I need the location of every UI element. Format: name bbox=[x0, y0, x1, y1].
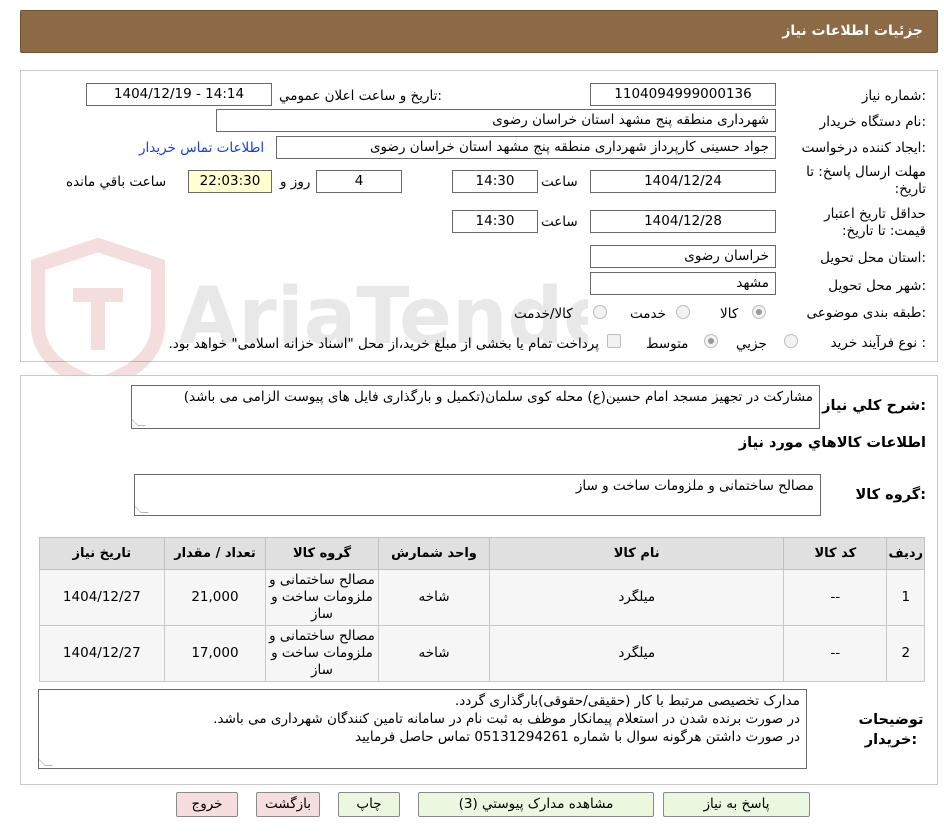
summary-label: شرح کلي نياز: bbox=[822, 398, 926, 414]
cell-unit: شاخه bbox=[377, 625, 491, 682]
process-minor-radio[interactable] bbox=[784, 334, 798, 348]
resize-grip-icon[interactable] bbox=[39, 758, 53, 766]
price-validity-date-field[interactable]: 1404/12/28 bbox=[590, 210, 776, 233]
cell-group: مصالح ساختمانی و ملزومات ساخت و ساز bbox=[265, 625, 379, 682]
remaining-time-field: 22:03:30 bbox=[188, 170, 272, 193]
col-row: رديف bbox=[886, 537, 925, 570]
cell-name: میلگرد bbox=[489, 625, 785, 682]
need-number-field[interactable]: 1104094999000136 bbox=[590, 83, 776, 106]
buyer-note-line: در صورت برنده شدن در استعلام پیمانکار مو… bbox=[213, 711, 800, 727]
page-header: جزئیات اطلاعات نیاز bbox=[20, 10, 938, 53]
buyer-notes-textarea[interactable]: مدارک تخصیصی مرتبط با کار (حقیقی/حقوقی)ب… bbox=[38, 689, 807, 769]
resize-grip-icon[interactable] bbox=[132, 418, 146, 426]
col-qty: تعداد / مقدار bbox=[163, 537, 267, 570]
back-button[interactable]: بازگشت bbox=[256, 792, 320, 817]
cell-row: 1 bbox=[886, 569, 925, 626]
cell-date: 1404/12/27 bbox=[39, 625, 165, 682]
items-table: رديف کد کالا نام کالا واحد شمارش گروه کا… bbox=[39, 537, 925, 682]
goods-group-label: گروه کالا: bbox=[855, 487, 926, 503]
reply-button[interactable]: پاسخ به نياز bbox=[663, 792, 810, 817]
buyer-note-line: در صورت داشتن هرگونه سوال با شماره 05131… bbox=[355, 729, 800, 745]
category-label: طبقه بندی موضوعی: bbox=[806, 305, 926, 321]
province-field[interactable]: خراسان رضوی bbox=[590, 245, 776, 268]
process-type-label: نوع فرآيند خريد : bbox=[830, 335, 926, 351]
buyer-notes-label: توضيحات خريدار: bbox=[858, 712, 924, 748]
remaining-days-label: روز و bbox=[280, 174, 311, 190]
category-goods-radio[interactable] bbox=[752, 305, 766, 319]
category-service-label: خدمت bbox=[630, 306, 666, 322]
cell-group: مصالح ساختمانی و ملزومات ساخت و ساز bbox=[265, 569, 379, 626]
need-number-label: شماره نیاز: bbox=[861, 88, 926, 104]
col-group: گروه کالا bbox=[265, 537, 379, 570]
process-medium-radio[interactable] bbox=[704, 334, 718, 348]
reply-deadline-time-field[interactable]: 14:30 bbox=[452, 170, 538, 193]
remaining-time-label: ساعت باقي مانده bbox=[66, 174, 167, 190]
print-button[interactable]: چاپ bbox=[338, 792, 400, 817]
category-goods-service-label: کالا/خدمت bbox=[514, 306, 573, 322]
goods-group-text: مصالح ساختمانی و ملزومات ساخت و ساز bbox=[575, 478, 814, 494]
table-row[interactable]: 2 -- میلگرد شاخه مصالح ساختمانی و ملزوما… bbox=[39, 625, 925, 682]
goods-group-textarea[interactable]: مصالح ساختمانی و ملزومات ساخت و ساز bbox=[134, 474, 821, 516]
cell-qty: 17,000 bbox=[163, 625, 267, 682]
buyer-contact-link[interactable]: اطلاعات تماس خريدار bbox=[139, 140, 264, 156]
city-field[interactable]: مشهد bbox=[590, 272, 776, 295]
price-validity-time-label: ساعت bbox=[541, 214, 578, 230]
cell-name: میلگرد bbox=[489, 569, 785, 626]
cell-row: 2 bbox=[886, 625, 925, 682]
page-title: جزئیات اطلاعات نیاز bbox=[782, 23, 923, 39]
col-name: نام کالا bbox=[489, 537, 785, 570]
province-label: استان محل تحويل: bbox=[820, 250, 926, 266]
announce-datetime-field[interactable]: 1404/12/19 - 14:14 bbox=[86, 83, 272, 106]
exit-button[interactable]: خروج bbox=[176, 792, 238, 817]
city-label: شهر محل تحويل: bbox=[828, 278, 926, 294]
cell-qty: 21,000 bbox=[163, 569, 267, 626]
price-validity-time-field[interactable]: 14:30 bbox=[452, 210, 538, 233]
requester-label: ايجاد کننده درخواست: bbox=[801, 140, 926, 156]
resize-grip-icon[interactable] bbox=[135, 505, 149, 513]
process-medium-label: متوسط bbox=[646, 336, 689, 352]
summary-text: مشارکت در تجهیز مسجد امام حسین(ع) محله ک… bbox=[183, 389, 813, 405]
col-code: کد کالا bbox=[783, 537, 888, 570]
treasury-bond-note: پرداخت تمام يا بخشی از مبلغ خريد،از محل … bbox=[168, 336, 599, 352]
buyer-org-field[interactable]: شهرداری منطقه پنج مشهد استان خراسان رضوی bbox=[216, 109, 776, 132]
col-unit: واحد شمارش bbox=[377, 537, 491, 570]
watermark-logo: AriaTender.neT bbox=[31, 237, 588, 393]
reply-deadline-label: مهلت ارسال پاسخ: تا تاريخ: bbox=[806, 164, 926, 197]
cell-date: 1404/12/27 bbox=[39, 569, 165, 626]
buyer-org-label: نام دستگاه خريدار: bbox=[819, 114, 926, 130]
table-row[interactable]: 1 -- میلگرد شاخه مصالح ساختمانی و ملزوما… bbox=[39, 569, 925, 626]
cell-code: -- bbox=[783, 569, 888, 626]
reply-deadline-date-field[interactable]: 1404/12/24 bbox=[590, 170, 776, 193]
buyer-note-line: مدارک تخصیصی مرتبط با کار (حقیقی/حقوقی)ب… bbox=[454, 693, 800, 709]
price-validity-label: حداقل تاريخ اعتبار قيمت: تا تاريخ: bbox=[824, 206, 926, 239]
view-attachments-button[interactable]: مشاهده مدارک پيوستي (3) bbox=[418, 792, 654, 817]
col-date: تاريخ نياز bbox=[39, 537, 165, 570]
summary-textarea[interactable]: مشارکت در تجهیز مسجد امام حسین(ع) محله ک… bbox=[131, 385, 820, 429]
category-service-radio[interactable] bbox=[676, 305, 690, 319]
cell-code: -- bbox=[783, 625, 888, 682]
treasury-bond-checkbox[interactable] bbox=[607, 334, 621, 348]
cell-unit: شاخه bbox=[377, 569, 491, 626]
remaining-days-field[interactable]: 4 bbox=[316, 170, 402, 193]
goods-info-title: اطلاعات کالاهاي مورد نياز bbox=[738, 435, 926, 451]
process-minor-label: جزيي bbox=[736, 336, 767, 352]
announce-datetime-label: تاریخ و ساعت اعلان عمومي: bbox=[279, 88, 442, 104]
category-goods-label: کالا bbox=[720, 306, 739, 322]
reply-deadline-time-label: ساعت bbox=[541, 174, 578, 190]
table-header-row: رديف کد کالا نام کالا واحد شمارش گروه کا… bbox=[39, 537, 925, 570]
category-goods-service-radio[interactable] bbox=[593, 305, 607, 319]
requester-field[interactable]: جواد حسینی کارپرداز شهرداری منطقه پنج مش… bbox=[276, 136, 776, 159]
